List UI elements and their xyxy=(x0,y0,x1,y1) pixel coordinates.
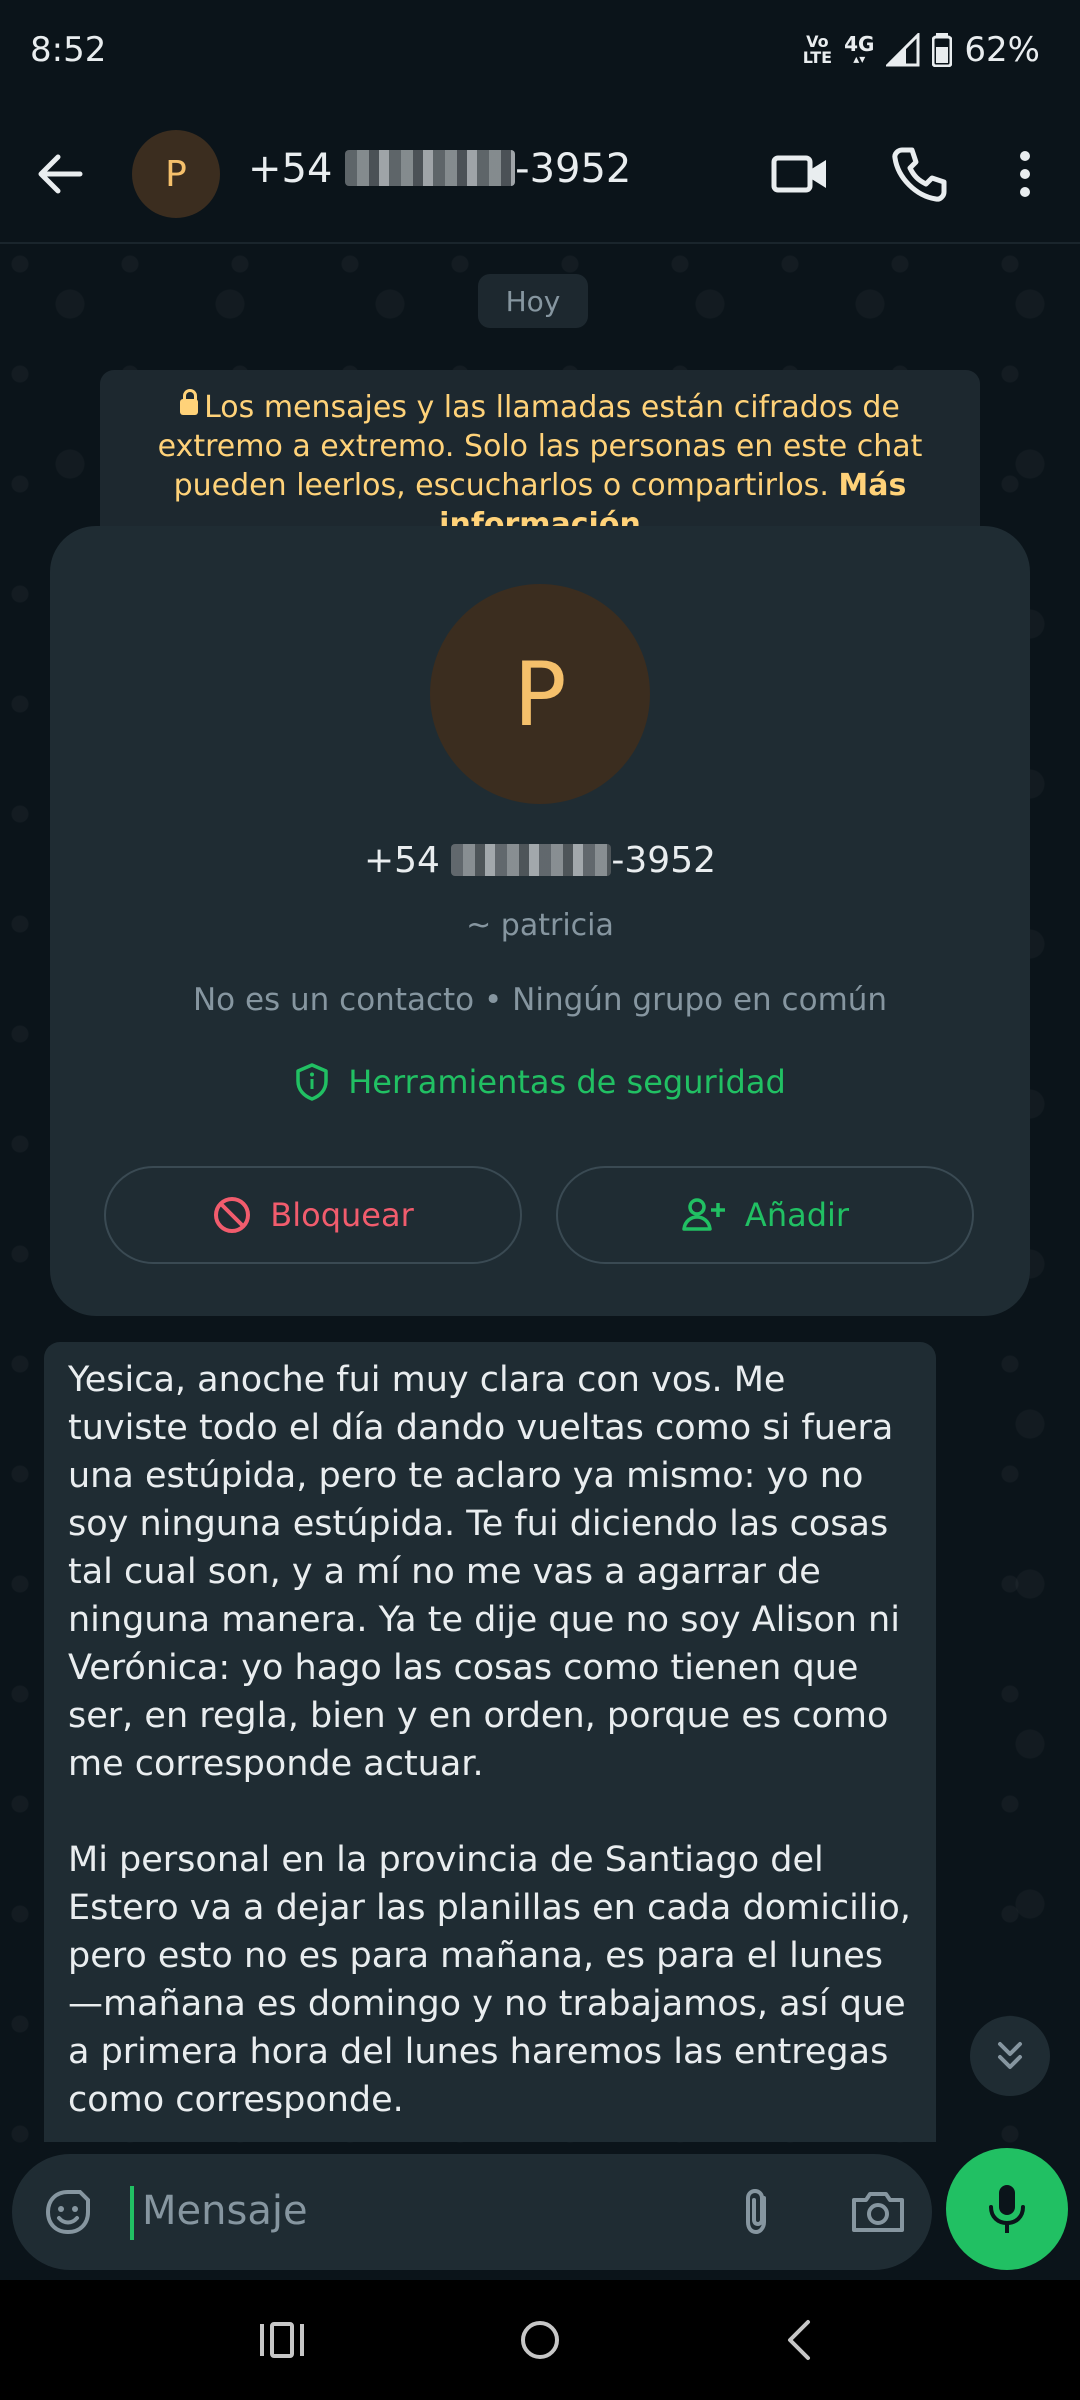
lock-icon xyxy=(180,389,199,415)
status-bar: 8:52 Vo LTE 4G ▴▾ 62% xyxy=(0,0,1080,104)
camera-icon[interactable] xyxy=(848,2184,908,2240)
network-type: 4G ▴▾ xyxy=(844,32,875,66)
status-icons: Vo LTE 4G ▴▾ 62% xyxy=(803,30,1040,70)
shield-icon xyxy=(296,1063,328,1101)
scroll-to-bottom-button[interactable] xyxy=(970,2016,1050,2096)
block-button[interactable]: Bloquear xyxy=(104,1166,522,1264)
sticker-icon[interactable] xyxy=(40,2184,96,2240)
redacted-number xyxy=(345,150,516,186)
message-placeholder: Mensaje xyxy=(142,2188,308,2234)
nav-back-icon[interactable] xyxy=(770,2310,830,2370)
chat-area[interactable]: Hoy Los mensajes y las llamadas están ci… xyxy=(0,244,1080,2144)
signal-icon xyxy=(886,33,920,67)
date-chip: Hoy xyxy=(478,274,588,328)
mic-icon xyxy=(989,2185,1025,2233)
message-composer: Mensaje xyxy=(0,2144,1080,2280)
volte-indicator: Vo LTE xyxy=(802,32,833,67)
message-paragraph: Yesica, anoche fui muy clara con vos. Me… xyxy=(68,1360,900,1784)
phone-call-icon[interactable] xyxy=(888,142,952,206)
contact-card-name: ~ patricia xyxy=(466,908,614,943)
incoming-message-bubble[interactable]: Yesica, anoche fui muy clara con vos. Me… xyxy=(44,1342,936,2142)
block-icon xyxy=(214,1197,251,1233)
text-caret xyxy=(130,2186,134,2240)
add-contact-button[interactable]: Añadir xyxy=(556,1166,974,1264)
battery-icon xyxy=(932,33,953,67)
contact-card-meta: No es un contacto • Ningún grupo en comú… xyxy=(192,982,888,1018)
contact-avatar[interactable]: P xyxy=(132,130,220,218)
safety-tools-link[interactable]: Herramientas de seguridad xyxy=(50,1062,1030,1102)
video-call-icon[interactable] xyxy=(768,142,832,206)
mic-button[interactable] xyxy=(946,2148,1068,2270)
contact-card-avatar[interactable]: P xyxy=(430,584,650,804)
chevron-double-down-icon xyxy=(998,2042,1022,2069)
status-time: 8:52 xyxy=(30,30,107,70)
battery-level: 62% xyxy=(964,30,1040,70)
more-vert-icon[interactable] xyxy=(1000,142,1050,206)
message-paragraph: Mi personal en la provincia de Santiago … xyxy=(68,1840,911,2120)
contact-card: P +54 -3952 ~ patricia No es un contacto… xyxy=(50,526,1030,1316)
home-icon[interactable] xyxy=(510,2310,570,2370)
paperclip-icon[interactable] xyxy=(730,2184,786,2240)
system-nav-bar xyxy=(0,2280,1080,2400)
add-person-icon xyxy=(682,1198,725,1231)
chat-header: P +54 -3952 xyxy=(0,104,1080,244)
contact-phone-title[interactable]: +54 -3952 xyxy=(248,146,631,192)
recents-icon[interactable] xyxy=(252,2310,312,2370)
redacted-number xyxy=(451,844,612,876)
message-input[interactable]: Mensaje xyxy=(12,2154,932,2270)
back-arrow-icon[interactable] xyxy=(30,144,90,204)
contact-card-phone: +54 -3952 xyxy=(363,840,717,881)
